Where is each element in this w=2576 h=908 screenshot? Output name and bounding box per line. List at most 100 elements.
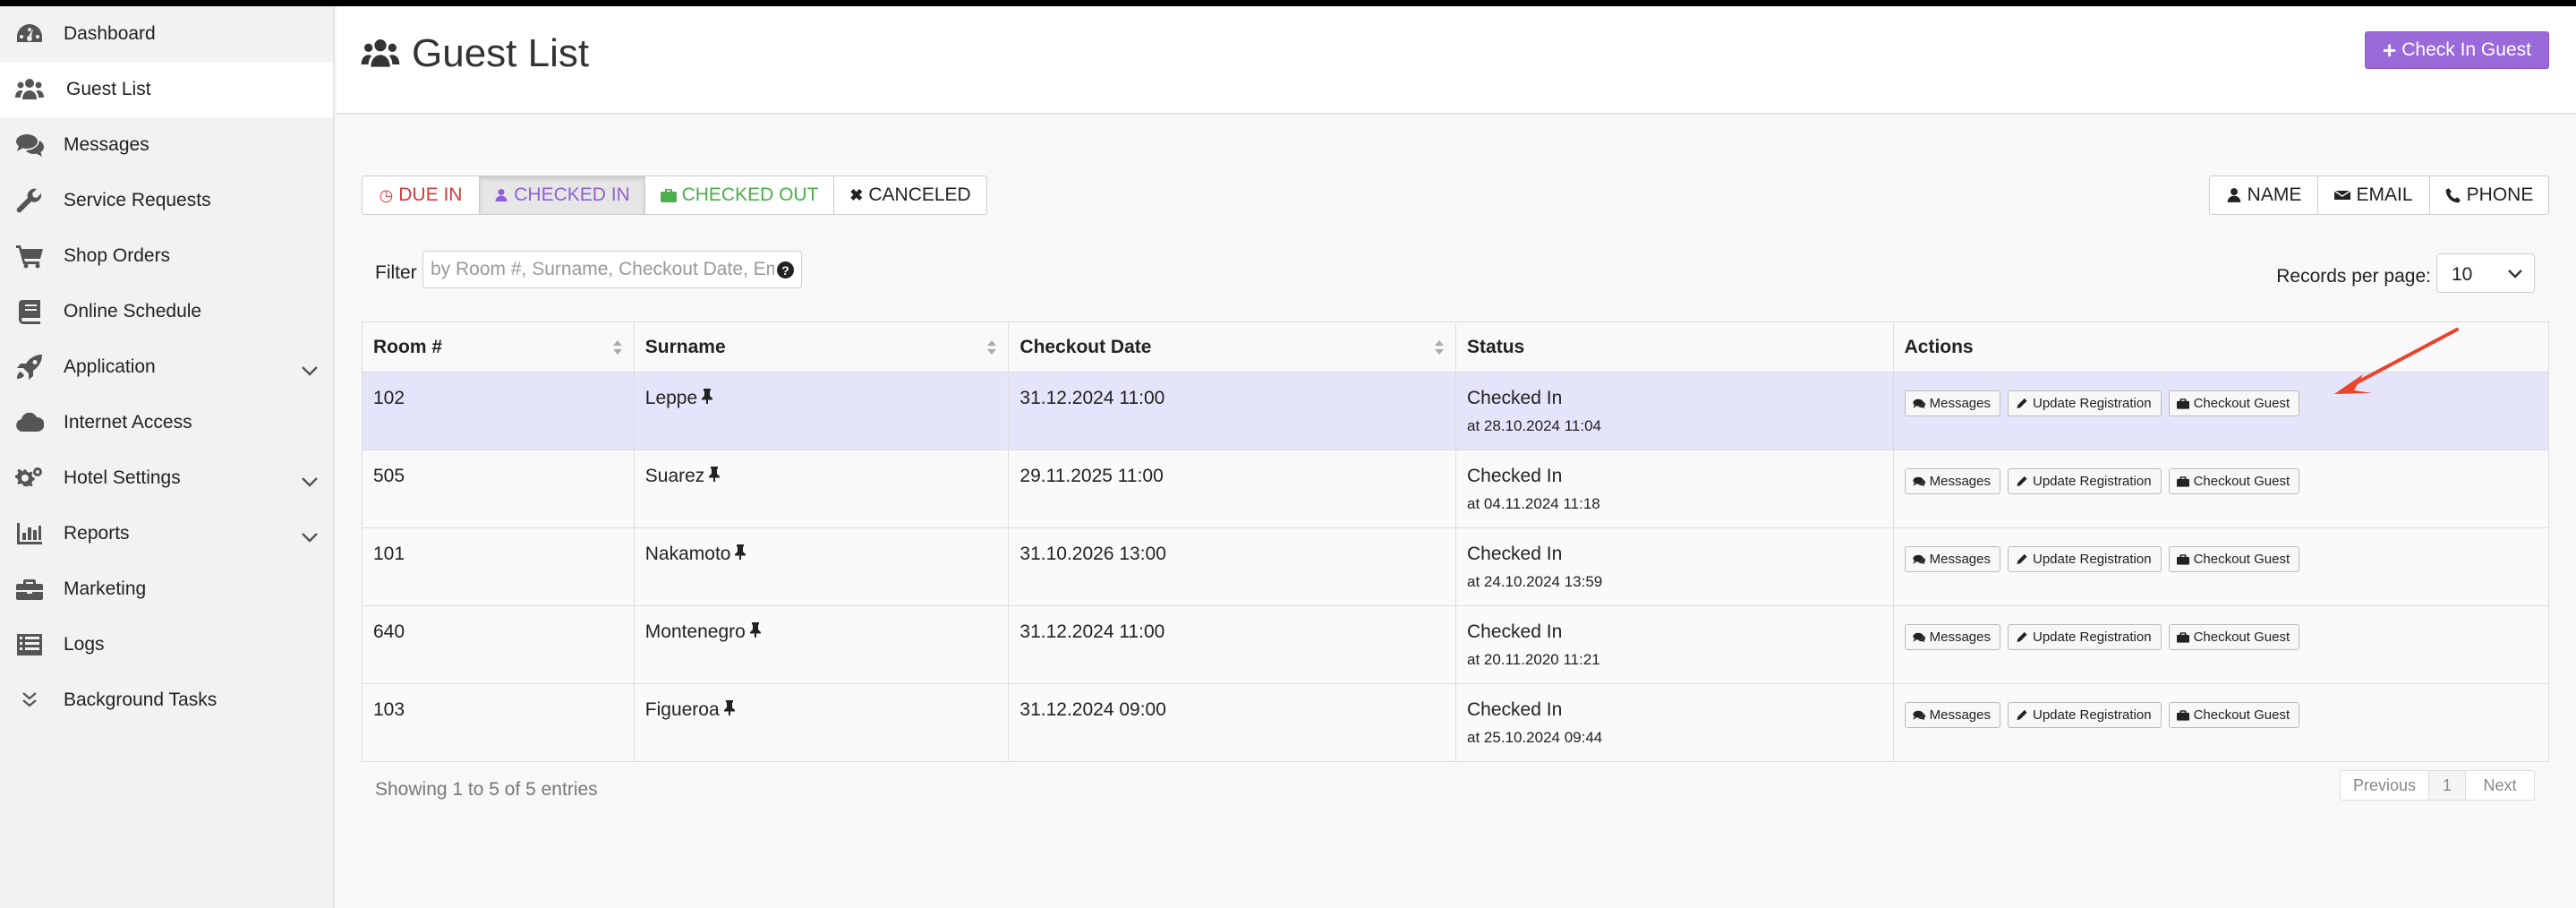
- pin-icon: [708, 466, 721, 487]
- update-registration-button[interactable]: Update Registration: [2007, 468, 2162, 494]
- chevron-down-icon[interactable]: [301, 361, 319, 376]
- sidebar-item-background-tasks[interactable]: Background Tasks: [0, 672, 333, 728]
- page-title: Guest List: [360, 31, 589, 76]
- email-button[interactable]: EMAIL: [2317, 176, 2430, 215]
- previous-page-button[interactable]: Previous: [2340, 770, 2429, 801]
- chevron-down-icon: [2508, 270, 2522, 278]
- sidebar: Dashboard Guest List Messages Service Re…: [0, 6, 335, 908]
- column-header-room[interactable]: Room #: [363, 322, 634, 372]
- sidebar-item-shop-orders[interactable]: Shop Orders: [0, 228, 333, 284]
- sort-icon: [612, 338, 623, 356]
- messages-button[interactable]: Messages: [1904, 546, 2000, 572]
- book-icon: [14, 298, 45, 325]
- sidebar-item-label: Logs: [64, 634, 105, 655]
- checkout-date-cell: 31.12.2024 11:00: [1008, 606, 1455, 683]
- sidebar-item-online-schedule[interactable]: Online Schedule: [0, 284, 333, 339]
- pencil-icon: [2017, 475, 2027, 487]
- comments-icon: [1913, 710, 1925, 721]
- check-in-guest-button[interactable]: + Check In Guest: [2365, 31, 2549, 69]
- name-button[interactable]: NAME: [2209, 176, 2318, 215]
- sidebar-item-marketing[interactable]: Marketing: [0, 561, 333, 617]
- sidebar-item-service-requests[interactable]: Service Requests: [0, 173, 333, 228]
- sidebar-item-logs[interactable]: Logs: [0, 617, 333, 672]
- sidebar-item-application[interactable]: Application: [0, 339, 333, 395]
- update-registration-label: Update Registration: [2032, 474, 2152, 489]
- column-header-label: Status: [1467, 336, 1525, 357]
- phone-button-label: PHONE: [2466, 184, 2534, 205]
- update-registration-label: Update Registration: [2032, 630, 2152, 645]
- plus-icon: +: [2383, 36, 2397, 64]
- suitcase-icon: [2176, 476, 2189, 487]
- table-row[interactable]: 102 Leppe 31.12.2024 11:00 Checked In at …: [363, 372, 2548, 450]
- sidebar-item-hotel-settings[interactable]: Hotel Settings: [0, 450, 333, 506]
- messages-button[interactable]: Messages: [1904, 390, 2000, 416]
- messages-button-label: Messages: [1929, 396, 1991, 411]
- surname-cell: Nakamoto: [633, 528, 1009, 605]
- checkout-guest-button[interactable]: Checkout Guest: [2168, 468, 2300, 494]
- sidebar-item-internet-access[interactable]: Internet Access: [0, 395, 333, 450]
- suitcase-icon: [2176, 398, 2189, 409]
- tab-label: CHECKED OUT: [681, 184, 819, 205]
- surname-text: Montenegro: [644, 621, 746, 642]
- status-cell: Checked In at 20.11.2020 11:21: [1455, 606, 1893, 683]
- column-header-label: Actions: [1904, 336, 1974, 357]
- actions-cell: Messages Update Registration Checkout Gu…: [1892, 373, 2548, 450]
- pin-icon: [701, 388, 713, 409]
- next-page-button[interactable]: Next: [2465, 770, 2535, 801]
- filter-input[interactable]: [431, 257, 774, 282]
- briefcase-icon: [14, 576, 45, 603]
- checkout-guest-button[interactable]: Checkout Guest: [2168, 624, 2300, 650]
- room-cell: 101: [373, 544, 405, 564]
- status-text: Checked In: [1467, 466, 1563, 486]
- update-registration-button[interactable]: Update Registration: [2007, 624, 2162, 650]
- update-registration-button[interactable]: Update Registration: [2007, 390, 2162, 416]
- comments-icon: [1913, 476, 1925, 487]
- comments-icon: [1913, 632, 1925, 643]
- tab-checked-out[interactable]: CHECKED OUT: [644, 176, 834, 215]
- column-header-status: Status: [1455, 322, 1893, 372]
- chevron-down-icon[interactable]: [301, 527, 319, 543]
- messages-button[interactable]: Messages: [1904, 624, 2000, 650]
- tab-due-in[interactable]: ◷ DUE IN: [362, 176, 480, 215]
- page-1-button[interactable]: 1: [2428, 770, 2466, 801]
- page-header: Guest List + Check In Guest: [337, 6, 2576, 115]
- status-time: at 24.10.2024 13:59: [1467, 573, 1603, 590]
- tab-label: DUE IN: [398, 184, 463, 205]
- surname-text: Suarez: [644, 466, 705, 486]
- dashboard-icon: [14, 21, 45, 47]
- update-registration-button[interactable]: Update Registration: [2007, 546, 2162, 572]
- checkout-guest-button[interactable]: Checkout Guest: [2168, 390, 2300, 416]
- bar-chart-icon: [14, 520, 45, 547]
- messages-button[interactable]: Messages: [1904, 468, 2000, 494]
- question-icon[interactable]: ?: [777, 261, 794, 278]
- sidebar-item-messages[interactable]: Messages: [0, 117, 333, 173]
- table-row[interactable]: 103 Figueroa 31.12.2024 09:00 Checked In…: [363, 683, 2548, 761]
- sidebar-item-dashboard[interactable]: Dashboard: [0, 6, 333, 62]
- cart-icon: [14, 243, 45, 270]
- tab-canceled[interactable]: ✖ CANCELED: [833, 176, 987, 215]
- update-registration-button[interactable]: Update Registration: [2007, 702, 2162, 728]
- records-per-page-select[interactable]: 10: [2436, 253, 2535, 293]
- room-cell: 505: [373, 466, 405, 486]
- users-icon: [361, 39, 400, 67]
- room-cell: 640: [373, 621, 405, 642]
- column-header-surname[interactable]: Surname: [633, 322, 1009, 372]
- checkout-guest-button[interactable]: Checkout Guest: [2168, 546, 2300, 572]
- table-row[interactable]: 640 Montenegro 31.12.2024 11:00 Checked …: [363, 605, 2548, 683]
- checkout-guest-button[interactable]: Checkout Guest: [2168, 702, 2300, 728]
- sort-icon: [986, 338, 997, 356]
- sidebar-item-label: Hotel Settings: [64, 467, 181, 488]
- table-row[interactable]: 101 Nakamoto 31.10.2026 13:00 Checked In…: [363, 527, 2548, 605]
- tab-checked-in[interactable]: CHECKED IN: [479, 176, 645, 215]
- table-row[interactable]: 505 Suarez 29.11.2025 11:00 Checked In at…: [363, 450, 2548, 527]
- user-icon: [2227, 188, 2240, 202]
- phone-button[interactable]: PHONE: [2429, 176, 2549, 215]
- rocket-icon: [14, 354, 45, 381]
- sidebar-item-reports[interactable]: Reports: [0, 506, 333, 561]
- surname-cell: Suarez: [633, 450, 1009, 527]
- messages-button[interactable]: Messages: [1904, 702, 2000, 728]
- checkout-guest-label: Checkout Guest: [2193, 474, 2290, 489]
- chevron-down-icon[interactable]: [301, 472, 319, 487]
- sidebar-item-guest-list[interactable]: Guest List: [0, 62, 333, 117]
- column-header-checkout-date[interactable]: Checkout Date: [1008, 322, 1455, 372]
